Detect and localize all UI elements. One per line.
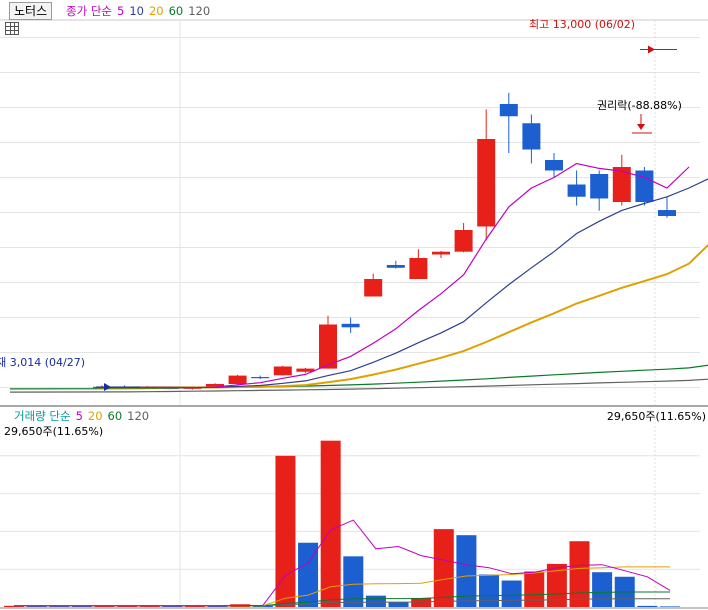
volume-bar [433, 529, 454, 607]
volume-bar [365, 595, 386, 607]
price-ma-5: 5 [116, 4, 125, 18]
candle-body [386, 265, 405, 268]
candle-body [341, 323, 360, 328]
price-ma-10: 10 [129, 4, 144, 18]
volume-bar [592, 572, 613, 607]
volume-left-value: 29,650주(11.65%) [4, 425, 104, 438]
ex-rights-label: 권리락(-88.88%) [597, 99, 682, 112]
ex-rights-arrow-icon [637, 124, 645, 130]
volume-legend-label: 거래량 단순 [14, 409, 71, 423]
price-ma20-line [98, 243, 708, 389]
volume-ma-60: 60 [107, 409, 123, 423]
price-legend[interactable]: 종가 단순 5 10 20 60 120 [66, 3, 215, 19]
candle-body [364, 279, 383, 297]
candle-body [567, 184, 586, 197]
candle-body [612, 167, 631, 202]
volume-ma-5: 5 [75, 409, 83, 423]
current-price-label: 현재 3,014 (04/27) [0, 356, 86, 369]
candle-body [522, 123, 541, 150]
volume-right-value: 29,650주(11.65%) [606, 410, 706, 423]
candle-body [432, 251, 450, 255]
price-ma-120: 120 [188, 4, 211, 18]
max-price-arrow-icon [648, 45, 655, 54]
candle-body [658, 210, 676, 216]
volume-bar [569, 541, 590, 607]
candle-body [251, 377, 270, 379]
price-ma-20: 20 [148, 4, 164, 18]
volume-bar [320, 440, 341, 607]
current-price-arrow-icon [104, 383, 111, 392]
candle-body [409, 258, 428, 279]
max-price-label: 최고 13,000 (06/02) [529, 18, 636, 31]
candle-body [477, 139, 496, 227]
volume-bar [388, 602, 409, 607]
volume-bar [501, 580, 522, 607]
candle-body [499, 104, 518, 117]
candle-body [454, 230, 473, 252]
candle-body [590, 174, 609, 199]
price-ma-60: 60 [168, 4, 184, 18]
volume-bar [637, 605, 658, 607]
volume-bar [479, 574, 500, 607]
volume-ma-20: 20 [87, 409, 103, 423]
volume-legend[interactable]: 거래량 단순 5 20 60 120 [14, 408, 154, 424]
volume-bar [659, 606, 680, 607]
price-ma120-line [9, 378, 708, 393]
candle-body [273, 366, 292, 376]
candle-body [228, 375, 247, 384]
price-legend-label: 종가 단순 [66, 4, 112, 18]
volume-bar [524, 571, 545, 607]
candle-body [545, 160, 563, 171]
grid-icon[interactable] [5, 22, 19, 35]
stock-chart [0, 19, 708, 609]
stock-name-button[interactable]: 노터스 [9, 2, 53, 20]
volume-ma-120: 120 [127, 409, 150, 423]
